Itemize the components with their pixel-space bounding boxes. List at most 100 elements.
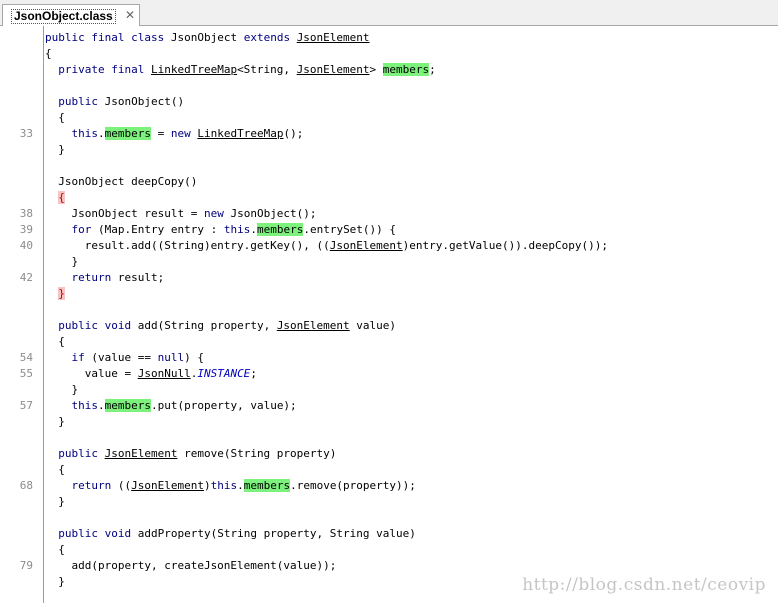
code-line[interactable]: for (Map.Entry entry : this.members.entr… bbox=[44, 222, 778, 238]
tab-title[interactable]: JsonObject.class bbox=[11, 9, 116, 24]
code-line[interactable]: } bbox=[44, 414, 778, 430]
code-token: (value == bbox=[91, 351, 158, 364]
code-token: INSTANCE bbox=[197, 367, 251, 380]
code-token: value = bbox=[45, 367, 138, 380]
code-token: public bbox=[58, 447, 105, 460]
code-text: return ((JsonElement)this.members.remove… bbox=[45, 478, 416, 494]
code-line[interactable]: if (value == null) { bbox=[44, 350, 778, 366]
code-token: JsonObject() bbox=[104, 95, 185, 108]
code-token: ; bbox=[429, 63, 436, 76]
code-token: new bbox=[170, 127, 198, 140]
code-line[interactable]: { bbox=[44, 110, 778, 126]
code-line[interactable]: public JsonObject() bbox=[44, 94, 778, 110]
code-token: { bbox=[45, 47, 52, 60]
code-token: add(property, createJsonElement(value)); bbox=[45, 559, 337, 572]
code-token: } bbox=[58, 287, 65, 300]
code-line[interactable]: JsonObject deepCopy() bbox=[44, 174, 778, 190]
code-line[interactable]: JsonObject result = new JsonObject(); bbox=[44, 206, 778, 222]
code-line[interactable]: } bbox=[44, 494, 778, 510]
type-reference[interactable]: JsonElement bbox=[297, 31, 370, 44]
code-line[interactable]: add(property, createJsonElement(value)); bbox=[44, 558, 778, 574]
code-token: remove(String property) bbox=[177, 447, 337, 460]
code-text: } bbox=[45, 382, 78, 398]
code-token: { bbox=[45, 543, 65, 556]
code-token: ; bbox=[250, 367, 257, 380]
code-line[interactable]: this.members = new LinkedTreeMap(); bbox=[44, 126, 778, 142]
code-line[interactable]: { bbox=[44, 462, 778, 478]
code-token: this bbox=[71, 399, 99, 412]
code-token: new bbox=[203, 207, 231, 220]
line-number: 38 bbox=[19, 207, 33, 220]
code-line[interactable]: this.members.put(property, value); bbox=[44, 398, 778, 414]
highlighted-occurrence: members bbox=[104, 399, 151, 412]
code-token: .entrySet()) { bbox=[303, 223, 397, 236]
code-text: this.members.put(property, value); bbox=[45, 398, 297, 414]
code-line[interactable]: { bbox=[44, 190, 778, 206]
line-number: 57 bbox=[19, 399, 33, 412]
code-token: > bbox=[369, 63, 383, 76]
type-reference[interactable]: JsonElement bbox=[105, 447, 178, 460]
code-line[interactable]: } bbox=[44, 286, 778, 302]
code-token: = bbox=[150, 127, 171, 140]
type-reference[interactable]: JsonElement bbox=[330, 239, 403, 252]
close-icon[interactable]: ✕ bbox=[125, 7, 135, 23]
type-reference[interactable]: JsonNull bbox=[138, 367, 191, 380]
code-line[interactable]: } bbox=[44, 254, 778, 270]
code-token: if bbox=[71, 351, 92, 364]
code-text: } bbox=[45, 142, 65, 158]
code-line[interactable]: public void add(String property, JsonEle… bbox=[44, 318, 778, 334]
code-token: .put(property, value); bbox=[150, 399, 297, 412]
code-token: ) bbox=[203, 479, 211, 492]
code-line[interactable]: return ((JsonElement)this.members.remove… bbox=[44, 478, 778, 494]
code-line[interactable]: private final LinkedTreeMap<String, Json… bbox=[44, 62, 778, 78]
code-line[interactable] bbox=[44, 158, 778, 174]
highlighted-occurrence: members bbox=[104, 127, 151, 140]
type-reference[interactable]: JsonElement bbox=[277, 319, 350, 332]
code-token: addProperty(String property, String valu… bbox=[137, 527, 416, 540]
code-token: . bbox=[237, 479, 244, 492]
tab-jsonobject-class[interactable]: JsonObject.class ✕ bbox=[2, 4, 140, 26]
code-editor[interactable]: public final class JsonObject extends Js… bbox=[44, 26, 778, 603]
highlighted-occurrence: members bbox=[243, 479, 291, 492]
code-line[interactable]: return result; bbox=[44, 270, 778, 286]
code-token: } bbox=[45, 495, 65, 508]
type-reference[interactable]: LinkedTreeMap bbox=[151, 63, 237, 76]
type-reference[interactable]: LinkedTreeMap bbox=[197, 127, 283, 140]
code-line[interactable]: { bbox=[44, 542, 778, 558]
code-token: public void bbox=[58, 319, 138, 332]
code-line[interactable]: public void addProperty(String property,… bbox=[44, 526, 778, 542]
code-line[interactable]: } bbox=[44, 142, 778, 158]
line-number: 68 bbox=[19, 479, 33, 492]
code-token: return bbox=[71, 271, 118, 284]
code-token: } bbox=[45, 383, 79, 396]
code-line[interactable] bbox=[44, 510, 778, 526]
type-reference[interactable]: JsonElement bbox=[131, 479, 204, 492]
code-text: { bbox=[45, 190, 65, 206]
code-line[interactable]: { bbox=[44, 46, 778, 62]
code-line[interactable]: result.add((String)entry.getKey(), ((Jso… bbox=[44, 238, 778, 254]
code-line[interactable]: public final class JsonObject extends Js… bbox=[44, 30, 778, 46]
code-token: (); bbox=[283, 127, 304, 140]
code-token: (Map.Entry entry : bbox=[98, 223, 224, 236]
code-token: result.add((String)entry.getKey(), (( bbox=[45, 239, 330, 252]
code-token: } bbox=[45, 143, 65, 156]
code-line[interactable]: } bbox=[44, 382, 778, 398]
code-line[interactable]: value = JsonNull.INSTANCE; bbox=[44, 366, 778, 382]
code-line[interactable] bbox=[44, 302, 778, 318]
code-text: return result; bbox=[45, 270, 165, 286]
code-text: { bbox=[45, 46, 52, 62]
type-reference[interactable]: JsonElement bbox=[297, 63, 370, 76]
code-token: . bbox=[98, 399, 105, 412]
code-line[interactable]: public JsonElement remove(String propert… bbox=[44, 446, 778, 462]
code-token: ) { bbox=[184, 351, 204, 364]
code-line[interactable] bbox=[44, 78, 778, 94]
code-token: { bbox=[45, 463, 65, 476]
code-line[interactable] bbox=[44, 430, 778, 446]
code-line[interactable]: { bbox=[44, 334, 778, 350]
code-text: } bbox=[45, 574, 65, 590]
code-token: . bbox=[250, 223, 257, 236]
code-token: this bbox=[223, 223, 251, 236]
